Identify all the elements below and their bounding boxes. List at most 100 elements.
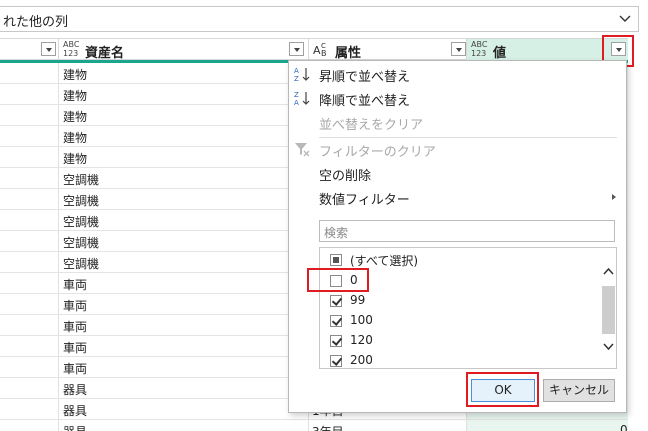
- highlight-ok-button: [466, 372, 539, 407]
- svg-text:Z: Z: [294, 91, 299, 99]
- cell[interactable]: [0, 420, 59, 431]
- svg-text:A: A: [294, 67, 299, 75]
- type-text-icon: A B C: [313, 42, 327, 57]
- cell[interactable]: [0, 63, 59, 83]
- clear-sort-item: 並べ替えをクリア: [319, 118, 424, 133]
- cell[interactable]: 車両: [59, 336, 309, 356]
- cell[interactable]: [467, 420, 628, 431]
- cell[interactable]: 建物: [59, 147, 309, 167]
- column-name: 資産名: [85, 46, 125, 61]
- search-input[interactable]: 検索: [319, 220, 615, 242]
- cell[interactable]: 車両: [59, 315, 309, 335]
- list-item[interactable]: 200: [330, 351, 590, 368]
- chevron-down-icon[interactable]: [603, 341, 614, 352]
- cell[interactable]: [0, 273, 59, 293]
- cell[interactable]: [0, 126, 59, 146]
- svg-text:A: A: [294, 99, 299, 107]
- asset-name-cell-text: 器具: [63, 423, 87, 431]
- vertical-scrollbar[interactable]: [628, 38, 648, 431]
- cell[interactable]: 車両: [59, 357, 309, 377]
- column-selector-bar: れた他の列: [0, 0, 648, 38]
- asset-name-cell-text: 車両: [63, 362, 88, 376]
- asset-name-cell-text: 器具: [63, 404, 88, 418]
- cell[interactable]: [0, 231, 59, 251]
- asset-name-cell-text: 建物: [63, 152, 88, 166]
- cell[interactable]: 建物: [59, 84, 309, 104]
- cell[interactable]: [0, 147, 59, 167]
- svg-text:B: B: [321, 49, 327, 57]
- cancel-button[interactable]: キャンセル: [543, 379, 615, 402]
- item-checkbox[interactable]: [330, 315, 342, 327]
- filter-dropdown-button[interactable]: [451, 42, 466, 56]
- select-all-checkbox[interactable]: [330, 254, 342, 266]
- sort-descending-item[interactable]: Z A 降順で並べ替え: [289, 87, 626, 109]
- asset-name-cell-text: 車両: [63, 299, 88, 313]
- remove-empty-item[interactable]: 空の削除: [289, 162, 626, 184]
- svg-text:Z: Z: [294, 75, 299, 83]
- cell[interactable]: [0, 210, 59, 230]
- cell[interactable]: 車両: [59, 294, 309, 314]
- cell[interactable]: [0, 357, 59, 377]
- cell[interactable]: 器具: [59, 420, 309, 431]
- cell[interactable]: 空調機: [59, 189, 309, 209]
- filter-dropdown-button[interactable]: [289, 42, 304, 56]
- value-checklist: (すべて選択) 0 99 100 120 200: [319, 247, 617, 369]
- sort-ascending-item[interactable]: A Z 昇順で並べ替え: [289, 63, 626, 85]
- item-checkbox[interactable]: [330, 355, 342, 367]
- asset-name-cell-text: 空調機: [63, 173, 100, 187]
- list-item[interactable]: 100: [330, 311, 590, 331]
- cell[interactable]: 空調機: [59, 231, 309, 251]
- type-any-icon: ABC 123: [471, 40, 488, 58]
- list-item[interactable]: 120: [330, 331, 590, 351]
- svg-text:C: C: [321, 42, 326, 50]
- cell-text: 3年目: [312, 423, 344, 431]
- cell[interactable]: 車両: [59, 273, 309, 293]
- cell[interactable]: 空調機: [59, 168, 309, 188]
- number-filters-item[interactable]: 数値フィルター: [289, 186, 626, 208]
- list-item[interactable]: 0: [330, 271, 590, 291]
- highlight-zero-item: [307, 268, 369, 292]
- cell[interactable]: [0, 378, 59, 398]
- cell[interactable]: 建物: [59, 126, 309, 146]
- asset-name-cell-text: 車両: [63, 278, 88, 292]
- cell-text: 0: [620, 423, 628, 431]
- asset-name-cell-text: 建物: [63, 68, 88, 82]
- cell[interactable]: [0, 105, 59, 125]
- chevron-down-icon[interactable]: [618, 11, 632, 25]
- item-checkbox[interactable]: [330, 335, 342, 347]
- header-col-0: [0, 39, 59, 60]
- clear-filter-item: フィルターのクリア: [289, 138, 626, 160]
- cell[interactable]: [0, 315, 59, 335]
- cell[interactable]: 器具: [59, 399, 309, 419]
- submenu-arrow-icon: [612, 194, 616, 200]
- column-name: 属性: [335, 46, 362, 61]
- asset-name-cell-text: 空調機: [63, 257, 100, 271]
- asset-name-cell-text: 車両: [63, 320, 88, 334]
- cell[interactable]: [0, 84, 59, 104]
- cell[interactable]: [0, 189, 59, 209]
- cell[interactable]: [0, 168, 59, 188]
- column-header-row: ABC 123 資産名 A B C 属性 ABC 123 値: [0, 38, 648, 61]
- cell[interactable]: [0, 252, 59, 272]
- header-attribute: A B C 属性: [309, 39, 467, 61]
- cell[interactable]: [0, 294, 59, 314]
- cell[interactable]: 空調機: [59, 210, 309, 230]
- column-combobox[interactable]: れた他の列: [0, 6, 639, 32]
- cell[interactable]: 建物: [59, 105, 309, 125]
- asset-name-cell-text: 建物: [63, 89, 88, 103]
- list-scrollbar[interactable]: [600, 248, 616, 368]
- filter-dropdown-button[interactable]: [41, 42, 56, 56]
- asset-name-cell-text: 空調機: [63, 236, 100, 250]
- sort-ascending-icon: A Z: [294, 67, 310, 83]
- cell[interactable]: 器具: [59, 378, 309, 398]
- scroll-thumb[interactable]: [602, 286, 615, 334]
- cell[interactable]: 空調機: [59, 252, 309, 272]
- item-checkbox[interactable]: [330, 295, 342, 307]
- column-name: 値: [493, 46, 507, 61]
- chevron-up-icon[interactable]: [603, 266, 614, 277]
- select-all-item[interactable]: (すべて選択): [330, 250, 590, 270]
- cell[interactable]: [0, 336, 59, 356]
- cell[interactable]: 建物: [59, 63, 309, 83]
- cell[interactable]: [0, 399, 59, 419]
- list-item[interactable]: 99: [330, 291, 590, 311]
